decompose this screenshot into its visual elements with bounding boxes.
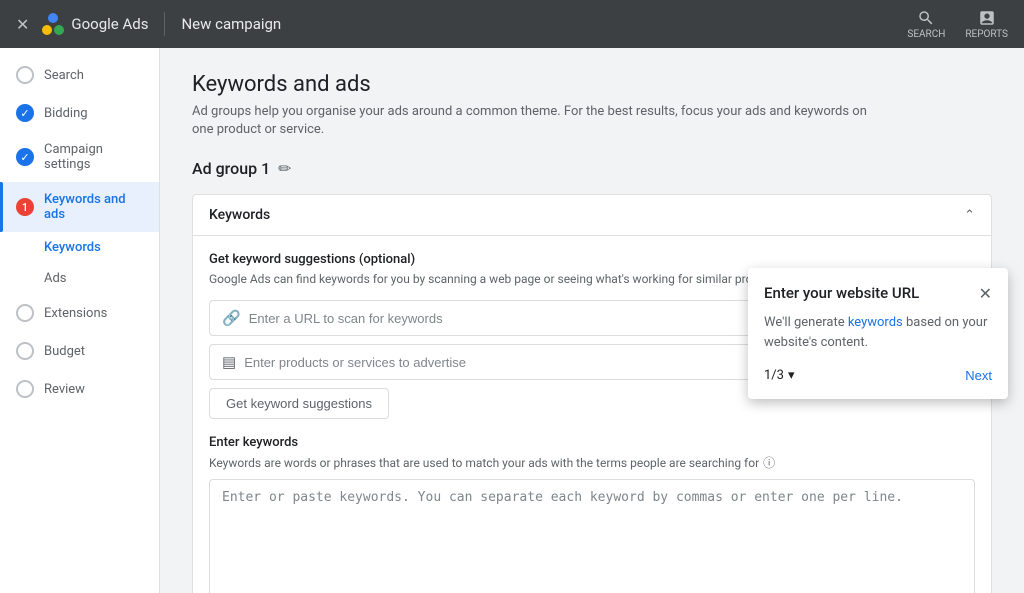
search-label: SEARCH xyxy=(907,29,945,40)
step-icon-search xyxy=(16,66,34,84)
tooltip-footer: 1/3 ▾ Next xyxy=(764,368,992,383)
collapse-icon[interactable]: ⌃ xyxy=(964,208,975,223)
get-suggestions-button[interactable]: Get keyword suggestions xyxy=(209,388,389,419)
tooltip-next-button[interactable]: Next xyxy=(965,368,992,383)
page-title: Keywords and ads xyxy=(192,72,992,97)
page-subtitle: Ad groups help you organise your ads aro… xyxy=(192,103,872,139)
sidebar-label-budget: Budget xyxy=(44,344,85,359)
link-icon: 🔗 xyxy=(222,309,241,327)
reports-label: REPORTS xyxy=(965,29,1008,40)
main-content: Keywords and ads Ad groups help you orga… xyxy=(160,48,1024,593)
tooltip-header: Enter your website URL ✕ xyxy=(764,284,992,303)
brand-name: Google Ads xyxy=(71,15,148,33)
sidebar-item-keywords-ads[interactable]: 1 Keywords and ads xyxy=(0,182,159,232)
tooltip-popup: Enter your website URL ✕ We'll generate … xyxy=(748,268,1008,399)
topbar: ✕ Google Ads New campaign SEARCH REPORTS xyxy=(0,0,1024,48)
tooltip-close-icon[interactable]: ✕ xyxy=(979,284,992,303)
topbar-actions: SEARCH REPORTS xyxy=(907,9,1008,40)
card-header: Keywords ⌃ xyxy=(193,195,991,236)
enter-keywords-desc: Keywords are words or phrases that are u… xyxy=(209,454,975,471)
sidebar-item-bidding[interactable]: ✓ Bidding xyxy=(0,94,159,132)
brand-logo: Google Ads xyxy=(41,12,148,36)
step-icon-keywords-ads: 1 xyxy=(16,198,34,216)
sidebar-subitem-ads[interactable]: Ads xyxy=(0,263,159,294)
ad-group-header: Ad group 1 ✏ xyxy=(192,159,992,178)
tooltip-title: Enter your website URL xyxy=(764,284,919,302)
sidebar-label-bidding: Bidding xyxy=(44,106,88,121)
sidebar-item-campaign-settings[interactable]: ✓ Campaign settings xyxy=(0,132,159,182)
tooltip-body-blue: keywords xyxy=(848,315,903,330)
sidebar: Search ✓ Bidding ✓ Campaign settings 1 K… xyxy=(0,48,160,593)
keywords-textarea[interactable] xyxy=(209,479,975,593)
sidebar-subitem-label-keywords: Keywords xyxy=(44,240,101,255)
edit-icon[interactable]: ✏ xyxy=(278,159,291,178)
sidebar-label-campaign-settings: Campaign settings xyxy=(44,142,143,172)
step-icon-bidding: ✓ xyxy=(16,104,34,122)
sidebar-label-keywords-ads: Keywords and ads xyxy=(44,192,143,222)
sidebar-label-search: Search xyxy=(44,68,84,83)
sidebar-subitem-keywords[interactable]: Keywords xyxy=(0,232,159,263)
close-icon[interactable]: ✕ xyxy=(16,15,29,34)
step-icon-campaign-settings: ✓ xyxy=(16,148,34,166)
chevron-down-icon: ▾ xyxy=(788,368,795,383)
step-icon-review xyxy=(16,380,34,398)
reports-action[interactable]: REPORTS xyxy=(965,9,1008,40)
sidebar-item-search[interactable]: Search xyxy=(0,56,159,94)
sidebar-label-review: Review xyxy=(44,382,85,397)
step-icon-budget xyxy=(16,342,34,360)
search-action[interactable]: SEARCH xyxy=(907,9,945,40)
info-icon: ⓘ xyxy=(763,454,775,471)
topbar-divider xyxy=(164,12,165,36)
step-icon-extensions xyxy=(16,304,34,322)
layout: Search ✓ Bidding ✓ Campaign settings 1 K… xyxy=(0,48,1024,593)
sidebar-label-extensions: Extensions xyxy=(44,306,107,321)
tooltip-body: We'll generate keywords based on your we… xyxy=(764,313,992,352)
products-icon: ▤ xyxy=(222,353,236,371)
enter-keywords-label: Enter keywords xyxy=(209,435,975,450)
ad-group-title: Ad group 1 xyxy=(192,159,270,178)
google-ads-logo-icon xyxy=(41,12,65,36)
sidebar-subitem-label-ads: Ads xyxy=(44,271,67,286)
get-suggestions-label: Get keyword suggestions (optional) xyxy=(209,252,975,267)
sidebar-item-budget[interactable]: Budget xyxy=(0,332,159,370)
campaign-title: New campaign xyxy=(181,15,281,33)
sidebar-item-review[interactable]: Review xyxy=(0,370,159,408)
card-title: Keywords xyxy=(209,207,270,223)
sidebar-item-extensions[interactable]: Extensions xyxy=(0,294,159,332)
tooltip-pager: 1/3 ▾ xyxy=(764,368,795,383)
